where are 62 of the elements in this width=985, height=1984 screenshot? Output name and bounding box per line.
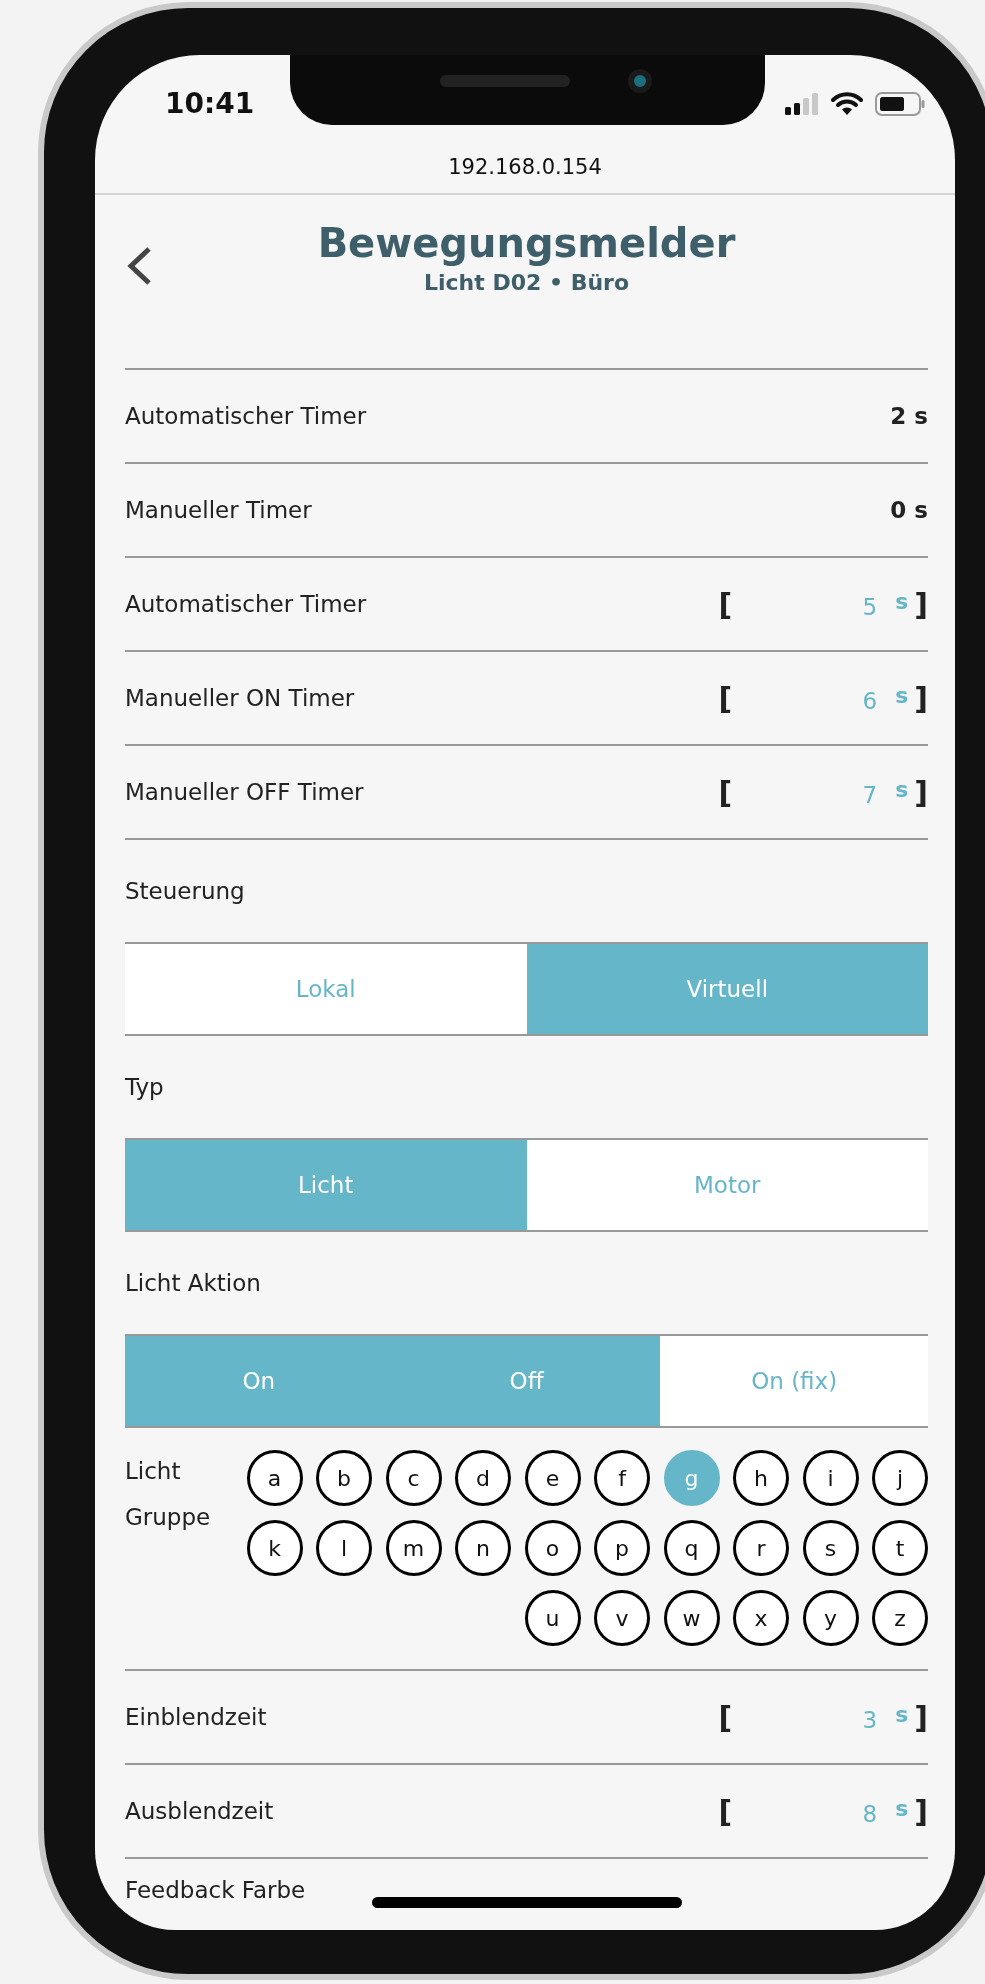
unit-label: s bbox=[895, 1701, 910, 1729]
group-letter-button[interactable]: q bbox=[663, 1520, 720, 1576]
group-letter-button[interactable]: m bbox=[385, 1520, 442, 1576]
open-bracket: [ bbox=[718, 680, 733, 716]
group-letter-button[interactable]: t bbox=[872, 1520, 928, 1576]
unit-label: s bbox=[895, 588, 910, 616]
close-bracket: ] bbox=[914, 680, 928, 716]
wifi-icon bbox=[831, 91, 863, 116]
group-letter-button[interactable]: u bbox=[524, 1590, 581, 1646]
group-letter-button[interactable]: d bbox=[455, 1450, 511, 1506]
section-label: Licht Aktion bbox=[125, 1270, 261, 1296]
open-bracket: [ bbox=[718, 774, 733, 810]
setting-label: Automatischer Timer bbox=[125, 403, 367, 429]
section-label: Feedback Farbe bbox=[125, 1877, 306, 1903]
group-letter-button[interactable]: r bbox=[733, 1520, 789, 1576]
group-letter-button[interactable]: z bbox=[872, 1590, 928, 1646]
group-letter-button[interactable]: k bbox=[246, 1520, 303, 1576]
group-letter-button[interactable]: h bbox=[733, 1450, 789, 1506]
group-letter-button[interactable]: o bbox=[524, 1520, 581, 1576]
section-label: Steuerung bbox=[125, 878, 245, 904]
group-letter-button[interactable]: y bbox=[802, 1590, 859, 1646]
group-letter-button[interactable]: i bbox=[802, 1450, 859, 1506]
group-letter-button[interactable]: a bbox=[246, 1450, 303, 1506]
close-bracket: ] bbox=[914, 774, 928, 810]
status-time: 10:41 bbox=[165, 86, 255, 120]
close-bracket: ] bbox=[914, 1699, 928, 1735]
unit-label: s bbox=[895, 776, 910, 804]
group-letter-button[interactable]: x bbox=[733, 1590, 789, 1646]
group-letter-button[interactable]: l bbox=[316, 1520, 372, 1576]
setting-label: Manueller ON Timer bbox=[125, 685, 355, 711]
group-letter-button[interactable]: s bbox=[802, 1520, 859, 1576]
group-letter-button[interactable]: v bbox=[594, 1590, 650, 1646]
setting-label: Einblendzeit bbox=[125, 1704, 267, 1730]
section-label: Licht Gruppe bbox=[125, 1457, 212, 1532]
setting-label: Manueller Timer bbox=[125, 497, 312, 523]
group-letter-button[interactable]: p bbox=[594, 1520, 650, 1576]
unit-label: s bbox=[895, 1795, 910, 1823]
open-bracket: [ bbox=[718, 586, 733, 622]
group-letter-button[interactable]: e bbox=[524, 1450, 581, 1506]
section-label: Typ bbox=[125, 1074, 164, 1100]
setting-value: 0 s bbox=[890, 497, 928, 523]
battery-icon bbox=[875, 91, 925, 116]
close-bracket: ] bbox=[914, 586, 928, 622]
group-letter-button[interactable]: w bbox=[663, 1590, 720, 1646]
unit-label: s bbox=[895, 682, 910, 710]
page-subtitle: Licht D02 • Büro bbox=[423, 270, 630, 295]
group-letter-button[interactable]: b bbox=[316, 1450, 372, 1506]
group-letter-button[interactable]: c bbox=[385, 1450, 442, 1506]
open-bracket: [ bbox=[718, 1793, 733, 1829]
address-url: 192.168.0.154 bbox=[448, 154, 602, 179]
setting-label: Manueller OFF Timer bbox=[125, 779, 364, 805]
setting-label: Ausblendzeit bbox=[125, 1798, 274, 1824]
signal-icon bbox=[785, 92, 819, 115]
page-title: Bewegungsmelder bbox=[317, 220, 736, 266]
group-letter-button[interactable]: f bbox=[594, 1450, 650, 1506]
open-bracket: [ bbox=[718, 1699, 733, 1735]
close-bracket: ] bbox=[914, 1793, 928, 1829]
group-letter-button[interactable]: j bbox=[872, 1450, 928, 1506]
back-icon[interactable] bbox=[125, 245, 153, 287]
setting-value: 2 s bbox=[890, 403, 928, 429]
group-letter-button[interactable]: n bbox=[455, 1520, 511, 1576]
setting-label: Automatischer Timer bbox=[125, 591, 367, 617]
